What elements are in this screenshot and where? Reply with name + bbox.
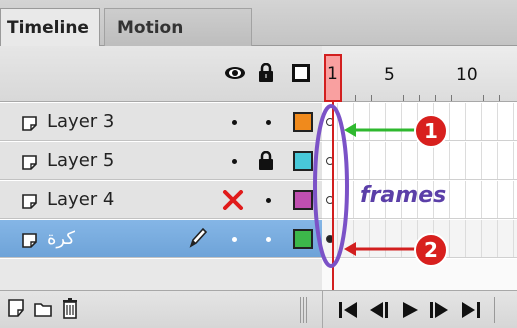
current-frame-number: 1 bbox=[327, 64, 338, 84]
frame-row-selected[interactable] bbox=[322, 220, 517, 258]
last-frame-icon[interactable] bbox=[460, 300, 482, 320]
layer-page-icon bbox=[22, 194, 37, 209]
layer-name: كرة bbox=[47, 228, 75, 249]
badge-2-number: 2 bbox=[424, 238, 438, 262]
visibility-dot[interactable] bbox=[232, 237, 237, 242]
layer-name: Layer 4 bbox=[47, 189, 115, 210]
hidden-x-icon[interactable] bbox=[222, 190, 244, 210]
outline-color-box[interactable] bbox=[293, 190, 313, 210]
delete-layer-icon[interactable] bbox=[62, 297, 78, 319]
step-back-icon[interactable] bbox=[368, 300, 390, 320]
layer-name: Layer 5 bbox=[47, 150, 115, 171]
visibility-dot[interactable] bbox=[232, 159, 237, 164]
tab-motion-editor[interactable]: Motion Editor bbox=[104, 8, 252, 76]
timeline-footer bbox=[0, 290, 517, 328]
layer-page-icon bbox=[22, 116, 37, 131]
pencil-icon bbox=[189, 227, 208, 248]
first-frame-icon[interactable] bbox=[337, 300, 359, 320]
layer-page-icon bbox=[22, 233, 37, 248]
layer-row-selected[interactable]: كرة bbox=[0, 220, 322, 258]
lock-dot[interactable] bbox=[266, 237, 271, 242]
new-folder-icon[interactable] bbox=[34, 301, 52, 317]
frame-row-layer-3[interactable] bbox=[322, 103, 517, 141]
frame-ruler[interactable]: 5 10 bbox=[322, 46, 517, 102]
play-icon[interactable] bbox=[400, 300, 420, 320]
playhead-line bbox=[332, 102, 334, 290]
layer-row-layer-3[interactable]: Layer 3 bbox=[0, 103, 322, 141]
layer-name: Layer 3 bbox=[47, 111, 115, 132]
ruler-label-10: 10 bbox=[456, 65, 478, 85]
lock-dot[interactable] bbox=[266, 120, 271, 125]
layer-row-layer-5[interactable]: Layer 5 bbox=[0, 142, 322, 180]
tab-timeline[interactable]: Timeline bbox=[0, 8, 100, 46]
lock-icon[interactable] bbox=[258, 63, 274, 82]
resize-grip[interactable] bbox=[300, 297, 308, 323]
step-forward-icon[interactable] bbox=[428, 300, 450, 320]
lock-dot[interactable] bbox=[266, 198, 271, 203]
outline-icon[interactable] bbox=[292, 64, 310, 82]
locked-icon[interactable] bbox=[258, 151, 274, 170]
outline-color-box[interactable] bbox=[293, 151, 313, 171]
visibility-dot[interactable] bbox=[232, 120, 237, 125]
layers-empty-area bbox=[0, 259, 322, 290]
outline-color-box[interactable] bbox=[293, 112, 313, 132]
panel-tab-bar: Timeline Motion Editor bbox=[0, 0, 517, 76]
eye-icon[interactable] bbox=[224, 66, 246, 80]
layer-page-icon bbox=[22, 155, 37, 170]
frames-label: frames bbox=[360, 183, 447, 208]
layer-row-layer-4[interactable]: Layer 4 bbox=[0, 181, 322, 219]
frame-row-layer-5[interactable] bbox=[322, 142, 517, 180]
ruler-label-5: 5 bbox=[384, 65, 395, 85]
outline-color-box[interactable] bbox=[293, 229, 313, 249]
badge-1-number: 1 bbox=[424, 119, 438, 143]
frames-empty-area bbox=[322, 259, 517, 290]
new-layer-icon[interactable] bbox=[8, 299, 24, 317]
